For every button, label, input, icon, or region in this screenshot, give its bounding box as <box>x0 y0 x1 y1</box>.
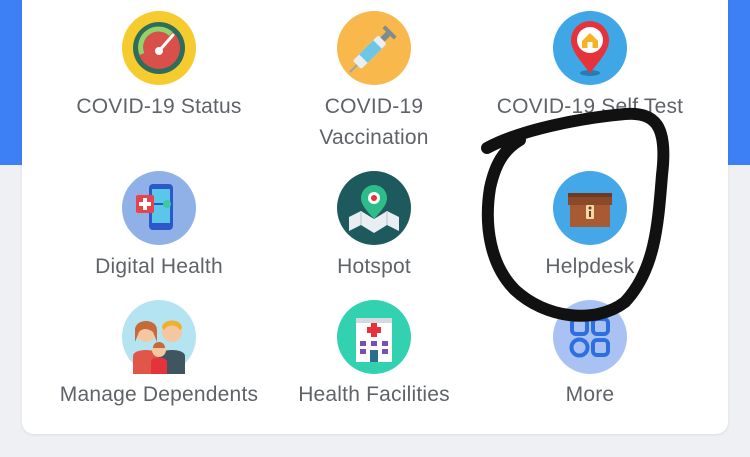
menu-item-label: COVID-19 Status <box>76 95 242 118</box>
info-box-icon <box>553 171 627 245</box>
phone-medical-icon <box>122 171 196 245</box>
menu-item-label: Health Facilities <box>298 383 450 406</box>
header-background-right <box>728 0 750 165</box>
menu-item-manage-dependents[interactable]: Manage Dependents <box>44 290 274 450</box>
home-location-pin-icon <box>553 11 627 85</box>
menu-item-label: Digital Health <box>95 255 223 278</box>
menu-item-covid-self-test[interactable]: COVID-19 Self Test <box>475 0 705 160</box>
header-background-left <box>0 0 22 165</box>
menu-item-label: COVID-19 Self Test <box>496 95 684 118</box>
menu-item-label: More <box>565 383 615 406</box>
menu-item-more[interactable]: More <box>475 290 705 450</box>
menu-item-label: Helpdesk <box>545 255 635 278</box>
family-icon <box>122 300 196 374</box>
menu-item-label: Manage Dependents <box>59 383 259 406</box>
menu-item-health-facilities[interactable]: Health Facilities <box>259 290 489 450</box>
grid-apps-icon <box>553 300 627 374</box>
menu-item-label: Hotspot <box>337 255 411 278</box>
speedometer-icon <box>122 11 196 85</box>
map-pin-icon <box>337 171 411 245</box>
services-menu-card: COVID-19 Status COVID-19 Vaccination COV… <box>22 0 728 434</box>
syringe-icon <box>337 11 411 85</box>
menu-item-covid-vaccination[interactable]: COVID-19 Vaccination <box>259 0 489 160</box>
menu-item-label: COVID-19 Vaccination <box>319 95 429 149</box>
menu-item-covid-status[interactable]: COVID-19 Status <box>44 0 274 160</box>
hospital-icon <box>337 300 411 374</box>
